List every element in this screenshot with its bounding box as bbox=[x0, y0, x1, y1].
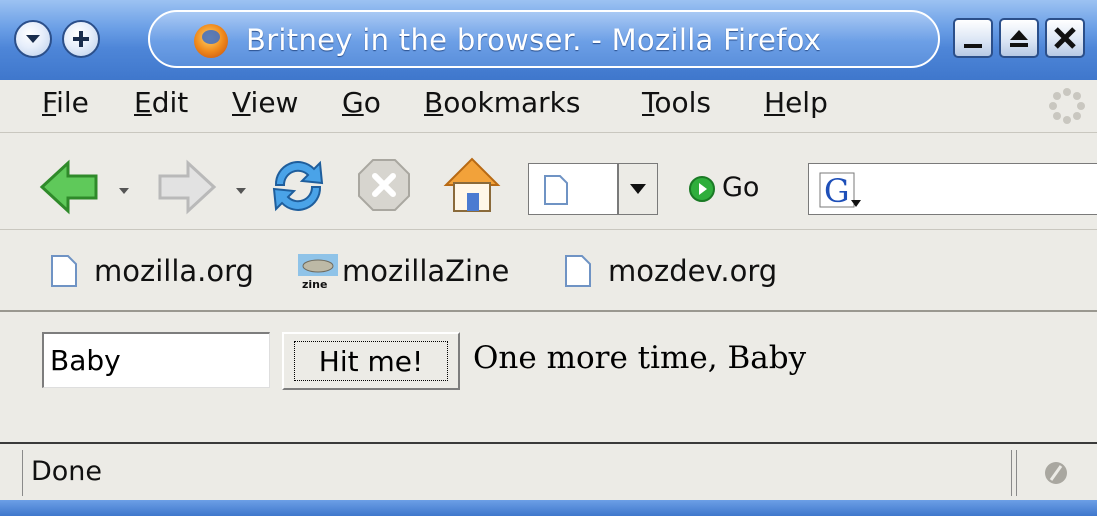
window-bottom-frame bbox=[0, 500, 1097, 516]
go-button-label[interactable]: Go bbox=[722, 172, 759, 203]
svg-text:G: G bbox=[824, 172, 850, 210]
menu-help[interactable]: Help bbox=[764, 86, 828, 119]
forward-dropdown-icon[interactable] bbox=[236, 188, 246, 194]
chevron-down-icon bbox=[630, 184, 646, 194]
bookmark-label: mozdev.org bbox=[608, 254, 778, 288]
minimize-button[interactable] bbox=[953, 18, 993, 58]
bookmark-mozilla-org[interactable]: mozilla.org bbox=[50, 254, 254, 290]
back-arrow-icon[interactable] bbox=[38, 159, 102, 215]
close-button[interactable] bbox=[1045, 18, 1085, 58]
bookmark-label: mozilla.org bbox=[94, 254, 254, 288]
maximize-icon bbox=[1010, 30, 1028, 47]
security-icon bbox=[1045, 462, 1067, 484]
page-icon bbox=[565, 255, 591, 287]
security-panel[interactable] bbox=[1016, 450, 1097, 496]
page-icon bbox=[544, 175, 568, 205]
maximize-button[interactable] bbox=[999, 18, 1039, 58]
menu-bar: File Edit View Go Bookmarks Tools Help bbox=[0, 80, 1097, 133]
page-content: Hit me! One more time, Baby bbox=[0, 312, 1097, 442]
browser-window: Britney in the browser. - Mozilla Firefo… bbox=[0, 0, 1097, 516]
throbber-icon bbox=[1049, 88, 1085, 124]
stop-icon[interactable] bbox=[356, 157, 412, 213]
hit-me-label: Hit me! bbox=[294, 341, 448, 381]
back-dropdown-icon[interactable] bbox=[119, 188, 129, 194]
menu-file[interactable]: File bbox=[42, 86, 89, 119]
bookmark-label: mozillaZine bbox=[342, 254, 510, 288]
window-title: Britney in the browser. - Mozilla Firefo… bbox=[246, 23, 822, 57]
menu-edit[interactable]: Edit bbox=[134, 86, 188, 119]
firefox-icon bbox=[194, 24, 228, 58]
hit-me-button[interactable]: Hit me! bbox=[282, 332, 460, 390]
name-input[interactable] bbox=[42, 332, 270, 388]
svg-text:zine: zine bbox=[302, 278, 327, 290]
sticky-icon bbox=[73, 31, 89, 47]
forward-arrow-icon[interactable] bbox=[154, 159, 218, 215]
status-panel: Done bbox=[22, 450, 1012, 496]
menu-view[interactable]: View bbox=[232, 86, 298, 119]
sticky-button[interactable] bbox=[62, 20, 100, 58]
window-menu-button[interactable] bbox=[14, 20, 52, 58]
go-icon[interactable] bbox=[688, 175, 716, 203]
zine-icon: zine bbox=[298, 254, 338, 291]
bookmarks-toolbar: mozilla.org zine mozillaZine mozdev.org bbox=[0, 230, 1097, 312]
menu-go[interactable]: Go bbox=[342, 86, 381, 119]
reload-icon[interactable] bbox=[268, 155, 328, 217]
menu-bookmarks[interactable]: Bookmarks bbox=[424, 86, 580, 119]
search-field[interactable]: G bbox=[808, 163, 1097, 215]
navigation-toolbar: Go G bbox=[0, 133, 1097, 230]
bookmark-mozdev-org[interactable]: mozdev.org bbox=[564, 254, 777, 290]
minimize-icon bbox=[964, 44, 982, 48]
status-text: Done bbox=[31, 456, 103, 487]
close-icon bbox=[1054, 27, 1076, 49]
url-dropdown-button[interactable] bbox=[618, 163, 658, 215]
page-icon bbox=[51, 255, 77, 287]
title-pill: Britney in the browser. - Mozilla Firefo… bbox=[148, 10, 940, 68]
window-menu-icon bbox=[26, 35, 40, 43]
output-message: One more time, Baby bbox=[473, 340, 807, 376]
google-icon[interactable]: G bbox=[819, 172, 863, 210]
bookmark-mozillazine[interactable]: zine mozillaZine bbox=[298, 254, 509, 291]
status-bar: Done bbox=[0, 442, 1097, 502]
url-field[interactable] bbox=[528, 163, 618, 215]
home-icon[interactable] bbox=[440, 153, 504, 217]
menu-tools[interactable]: Tools bbox=[642, 86, 711, 119]
title-bar: Britney in the browser. - Mozilla Firefo… bbox=[0, 0, 1097, 81]
